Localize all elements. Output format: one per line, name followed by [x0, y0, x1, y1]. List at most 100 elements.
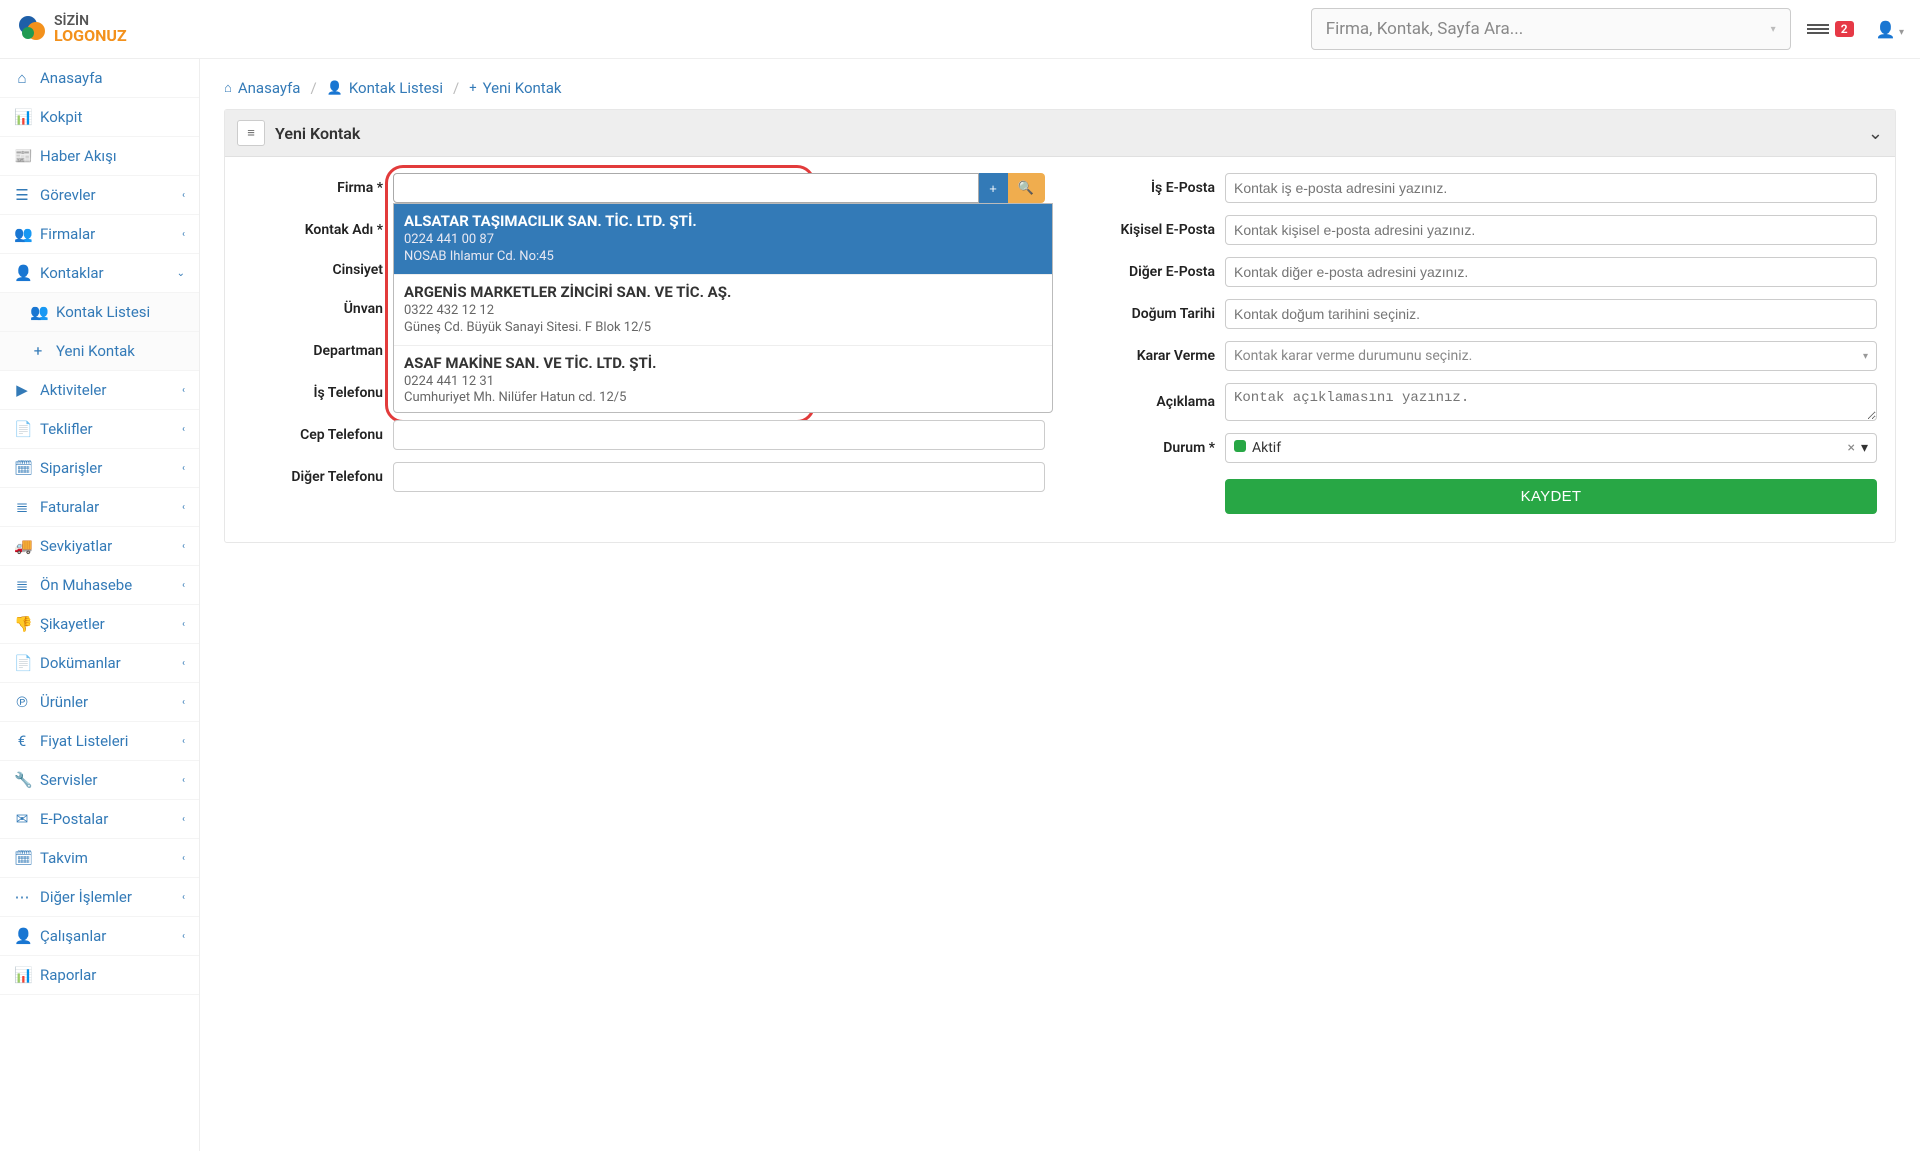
chevron-left-icon: ‹ [182, 502, 185, 513]
chevron-left-icon: ‹ [182, 580, 185, 591]
notification-badge: 2 [1835, 21, 1854, 37]
firma-dropdown: ALSATAR TAŞIMACILIK SAN. TİC. LTD. ŞTİ. 0… [393, 203, 1053, 413]
sidebar-item-ön-muhasebe[interactable]: ≣Ön Muhasebe‹ [0, 566, 199, 605]
firma-option-detail: 0224 441 12 31Cumhuriyet Mh. Nilüfer Hat… [404, 374, 1042, 408]
dogum-input[interactable] [1225, 299, 1877, 329]
list-icon: ≣ [14, 576, 30, 594]
save-button[interactable]: KAYDET [1225, 479, 1877, 514]
logo-mark [16, 13, 48, 45]
diger-eposta-input[interactable] [1225, 257, 1877, 287]
sidebar: ⌂Anasayfa📊Kokpit📰Haber Akışı☰Görevler‹👥F… [0, 59, 200, 1151]
aciklama-textarea[interactable] [1225, 383, 1877, 421]
cal2-icon: 🗓 [14, 849, 30, 867]
karar-select[interactable]: Kontak karar verme durumunu seçiniz.▾ [1225, 341, 1877, 371]
caret-down-icon: ▾ [1771, 24, 1776, 35]
firma-option-detail: 0322 432 12 12Güneş Cd. Büyük Sanayi Sit… [404, 303, 1042, 337]
sidebar-item-kontaklar[interactable]: 👤Kontaklar⌄ [0, 254, 199, 293]
label-firma: Firma * [243, 180, 383, 196]
firma-option[interactable]: ARGENİS MARKETLER ZİNCİRİ SAN. VE TİC. A… [394, 275, 1052, 346]
sidebar-item-şikayetler[interactable]: 👎Şikayetler‹ [0, 605, 199, 644]
sidebar-item-faturalar[interactable]: ≣Faturalar‹ [0, 488, 199, 527]
is-eposta-input[interactable] [1225, 173, 1877, 203]
sidebar-item-servisler[interactable]: 🔧Servisler‹ [0, 761, 199, 800]
chevron-left-icon: ‹ [182, 424, 185, 435]
label-kontak-adi: Kontak Adı * [243, 222, 383, 238]
list-icon [1807, 22, 1829, 36]
label-diger-eposta: Diğer E-Posta [1075, 264, 1215, 280]
sidebar-item-teklifler[interactable]: 📄Teklifler‹ [0, 410, 199, 449]
chevron-left-icon: ‹ [182, 229, 185, 240]
logo: SİZİN LOGONUZ [16, 13, 176, 45]
sidebar-item-diğer-i̇şlemler[interactable]: ⋯Diğer İşlemler‹ [0, 878, 199, 917]
firma-option[interactable]: ASAF MAKİNE SAN. VE TİC. LTD. ŞTİ.0224 4… [394, 346, 1052, 413]
chevron-left-icon: ‹ [182, 463, 185, 474]
sidebar-sub-yeni-kontak[interactable]: +Yeni Kontak [0, 332, 199, 371]
chevron-left-icon: ‹ [182, 190, 185, 201]
sidebar-item-görevler[interactable]: ☰Görevler‹ [0, 176, 199, 215]
breadcrumb-list[interactable]: 👤 Kontak Listesi [327, 79, 443, 97]
group-icon: 👥 [14, 225, 30, 243]
sidebar-label: Anasayfa [40, 69, 103, 87]
menu-icon: ≡ [247, 125, 255, 141]
sidebar-item-fiyat-listeleri[interactable]: €Fiyat Listeleri‹ [0, 722, 199, 761]
sidebar-item-kokpit[interactable]: 📊Kokpit [0, 98, 199, 137]
diger-telefonu-input[interactable] [393, 462, 1045, 492]
sidebar-item-çalışanlar[interactable]: 👤Çalışanlar‹ [0, 917, 199, 956]
chevron-left-icon: ‹ [182, 775, 185, 786]
sidebar-sub-kontak-listesi[interactable]: 👥 Kontak Listesi [0, 293, 199, 332]
sidebar-item-raporlar[interactable]: 📊Raporlar [0, 956, 199, 995]
label-departman: Departman [243, 343, 383, 359]
sidebar-item-sevkiyatlar[interactable]: 🚚 Sevkiyatlar ‹ [0, 527, 199, 566]
sidebar-item-e-postalar[interactable]: ✉E-Postalar‹ [0, 800, 199, 839]
sidebar-label: Teklifler [40, 420, 93, 438]
sidebar-item-anasayfa[interactable]: ⌂ Anasayfa [0, 59, 199, 98]
sidebar-label: Ürünler [40, 693, 88, 711]
thumb-icon: 👎 [14, 615, 30, 633]
sidebar-item-takvim[interactable]: 🗓Takvim‹ [0, 839, 199, 878]
group-icon: 👥 [30, 303, 46, 321]
label-is-eposta: İş E-Posta [1075, 180, 1215, 196]
sidebar-item-ürünler[interactable]: ℗Ürünler‹ [0, 683, 199, 722]
user-icon: 👤 [14, 264, 30, 282]
breadcrumb-new[interactable]: + Yeni Kontak [469, 79, 561, 97]
sidebar-label: Takvim [40, 849, 88, 867]
sidebar-label: Kokpit [40, 108, 82, 126]
user-menu[interactable]: 👤 ▾ [1876, 20, 1904, 39]
firma-add-button[interactable]: + [979, 173, 1008, 203]
clear-icon[interactable]: × [1847, 440, 1854, 456]
search-icon: 🔍 [1018, 180, 1034, 196]
sidebar-label: Aktiviteler [40, 381, 106, 399]
sidebar-item-aktiviteler[interactable]: ▶Aktiviteler‹ [0, 371, 199, 410]
doc-icon: 📄 [14, 654, 30, 672]
firma-option[interactable]: ALSATAR TAŞIMACILIK SAN. TİC. LTD. ŞTİ.0… [394, 204, 1052, 275]
kisisel-eposta-input[interactable] [1225, 215, 1877, 245]
chevron-left-icon: ‹ [182, 541, 185, 552]
notifications-button[interactable]: 2 [1807, 21, 1854, 37]
label-durum: Durum * [1075, 440, 1215, 456]
firma-input[interactable] [393, 173, 979, 203]
truck-icon: 🚚 [14, 537, 30, 555]
home-icon: ⌂ [14, 69, 30, 87]
list-icon: ≣ [14, 498, 30, 516]
label-is-telefonu: İş Telefonu [243, 385, 383, 401]
panel-menu-button[interactable]: ≡ [237, 120, 265, 146]
logo-text-2: LOGONUZ [54, 28, 127, 44]
durum-select[interactable]: Aktif×▾ [1225, 433, 1877, 463]
sidebar-item-siparişler[interactable]: 🗓Siparişler‹ [0, 449, 199, 488]
sidebar-label: Kontak Listesi [56, 303, 150, 321]
cep-telefonu-input[interactable] [393, 420, 1045, 450]
sidebar-label: Siparişler [40, 459, 102, 477]
plus-icon: + [989, 181, 997, 196]
firma-option-name: ALSATAR TAŞIMACILIK SAN. TİC. LTD. ŞTİ. [404, 212, 1042, 230]
field-firma: Firma * + 🔍 ALSATAR TAŞIMACILIK SAN. TİC… [243, 173, 1045, 203]
sidebar-label: Sevkiyatlar [40, 537, 112, 555]
sidebar-item-haber-akışı[interactable]: 📰Haber Akışı [0, 137, 199, 176]
sidebar-label: Kontaklar [40, 264, 104, 282]
global-search[interactable]: Firma, Kontak, Sayfa Ara... ▾ [1311, 8, 1791, 50]
breadcrumb-home[interactable]: ⌂ Anasayfa [224, 79, 300, 97]
chart-icon: 📊 [14, 966, 30, 984]
sidebar-item-firmalar[interactable]: 👥Firmalar‹ [0, 215, 199, 254]
panel-collapse-button[interactable]: ⌄ [1868, 123, 1883, 144]
sidebar-item-dokümanlar[interactable]: 📄Dokümanlar‹ [0, 644, 199, 683]
firma-search-button[interactable]: 🔍 [1008, 173, 1045, 203]
